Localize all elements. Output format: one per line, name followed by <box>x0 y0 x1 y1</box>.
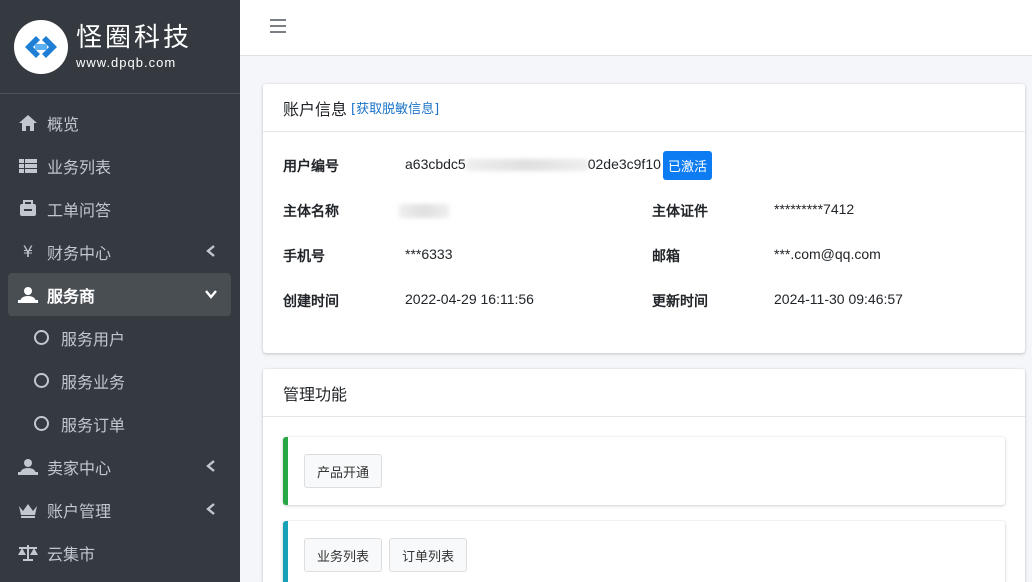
phone-value: ***6333 <box>405 246 453 262</box>
phone-label: 手机号 <box>283 249 325 265</box>
sidebar-item-service-orders[interactable]: 服务订单 <box>8 402 231 445</box>
ticket-icon <box>17 199 39 219</box>
brand[interactable]: 怪圈科技 www.dpqb.com <box>0 0 240 94</box>
sidebar: 怪圈科技 www.dpqb.com 概览 业务列表 工单问答 ¥ 财务中心 服务… <box>0 0 240 582</box>
sidebar-nav: 概览 业务列表 工单问答 ¥ 财务中心 服务商 服务用户 服务业务 服务订单 卖… <box>8 101 231 574</box>
subject-cert-label: 主体证件 <box>652 204 708 220</box>
management-card: 管理功能 产品开通 业务列表 订单列表 <box>263 369 1025 582</box>
get-desensitized-info-link[interactable]: [获取脱敏信息] <box>351 98 439 117</box>
updated-time-value: 2024-11-30 09:46:57 <box>774 291 903 307</box>
sidebar-item-label: 服务订单 <box>61 415 126 435</box>
user-id-value: a63cbdc5 02de3c9f10 <box>405 156 661 172</box>
card-title: 管理功能 <box>283 384 348 404</box>
sidebar-item-business-list[interactable]: 业务列表 <box>8 144 231 187</box>
yen-icon: ¥ <box>22 242 34 261</box>
balance-icon <box>17 543 39 563</box>
chevron-left-icon <box>203 243 219 259</box>
user-tie-icon <box>17 457 39 477</box>
user-id-suffix: 02de3c9f10 <box>587 156 661 172</box>
sidebar-item-service-users[interactable]: 服务用户 <box>8 316 231 359</box>
home-icon <box>17 113 39 133</box>
chevron-left-icon <box>203 458 219 474</box>
card-title: 账户信息 <box>283 99 348 119</box>
menu-toggle-icon[interactable] <box>270 19 286 35</box>
chevron-left-icon <box>203 501 219 517</box>
updated-time-label: 更新时间 <box>652 294 708 310</box>
sidebar-item-seller-center[interactable]: 卖家中心 <box>8 445 231 488</box>
product-open-button[interactable]: 产品开通 <box>304 454 383 488</box>
list-icon <box>17 156 39 176</box>
sidebar-item-service-provider[interactable]: 服务商 <box>8 273 231 316</box>
crown-icon <box>17 500 39 520</box>
product-function-box: 产品开通 <box>283 437 1005 505</box>
redacted-blur <box>465 159 588 172</box>
circle-icon <box>34 373 49 388</box>
email-value: ***.com@qq.com <box>774 246 881 262</box>
status-badge: 已激活 <box>663 151 713 180</box>
circle-icon <box>34 416 49 431</box>
sidebar-item-tickets[interactable]: 工单问答 <box>8 187 231 230</box>
sidebar-item-label: 云集市 <box>47 544 96 564</box>
card-header: 管理功能 <box>263 369 1025 417</box>
brand-url: www.dpqb.com <box>76 55 177 70</box>
subject-name-label: 主体名称 <box>283 204 339 220</box>
sidebar-item-label: 财务中心 <box>47 243 112 263</box>
top-navbar <box>240 0 1032 56</box>
sidebar-item-label: 业务列表 <box>47 157 112 177</box>
circle-icon <box>34 330 49 345</box>
card-header: 账户信息 [获取脱敏信息] <box>263 84 1025 132</box>
sidebar-item-label: 服务用户 <box>61 329 126 349</box>
subject-cert-value: *********7412 <box>774 201 855 217</box>
user-id-label: 用户编号 <box>283 159 339 175</box>
created-time-value: 2022-04-29 16:11:56 <box>405 291 534 307</box>
sidebar-item-label: 服务业务 <box>61 372 126 392</box>
user-tie-icon <box>17 285 39 305</box>
sidebar-item-label: 概览 <box>47 114 80 134</box>
sidebar-item-finance[interactable]: ¥ 财务中心 <box>8 230 231 273</box>
subject-name-redacted <box>399 204 449 218</box>
sidebar-item-cloud-market[interactable]: 云集市 <box>8 531 231 574</box>
sidebar-item-service-business[interactable]: 服务业务 <box>8 359 231 402</box>
order-list-button[interactable]: 订单列表 <box>389 538 468 572</box>
sidebar-item-label: 工单问答 <box>47 200 112 220</box>
business-function-box: 业务列表 订单列表 <box>283 521 1005 582</box>
sidebar-item-overview[interactable]: 概览 <box>8 101 231 144</box>
sidebar-item-account-management[interactable]: 账户管理 <box>8 488 231 531</box>
sidebar-item-label: 服务商 <box>47 286 96 306</box>
chevron-down-icon <box>203 286 219 302</box>
sidebar-item-label: 账户管理 <box>47 501 112 521</box>
logo-icon <box>14 19 68 74</box>
email-label: 邮箱 <box>652 249 680 265</box>
user-id-prefix: a63cbdc5 <box>405 156 466 172</box>
created-time-label: 创建时间 <box>283 294 339 310</box>
sidebar-item-label: 卖家中心 <box>47 458 112 478</box>
account-info-card: 账户信息 [获取脱敏信息] 用户编号 a63cbdc5 02de3c9f10 已激… <box>263 84 1025 353</box>
brand-name: 怪圈科技 <box>76 23 193 53</box>
business-list-button[interactable]: 业务列表 <box>304 538 383 572</box>
